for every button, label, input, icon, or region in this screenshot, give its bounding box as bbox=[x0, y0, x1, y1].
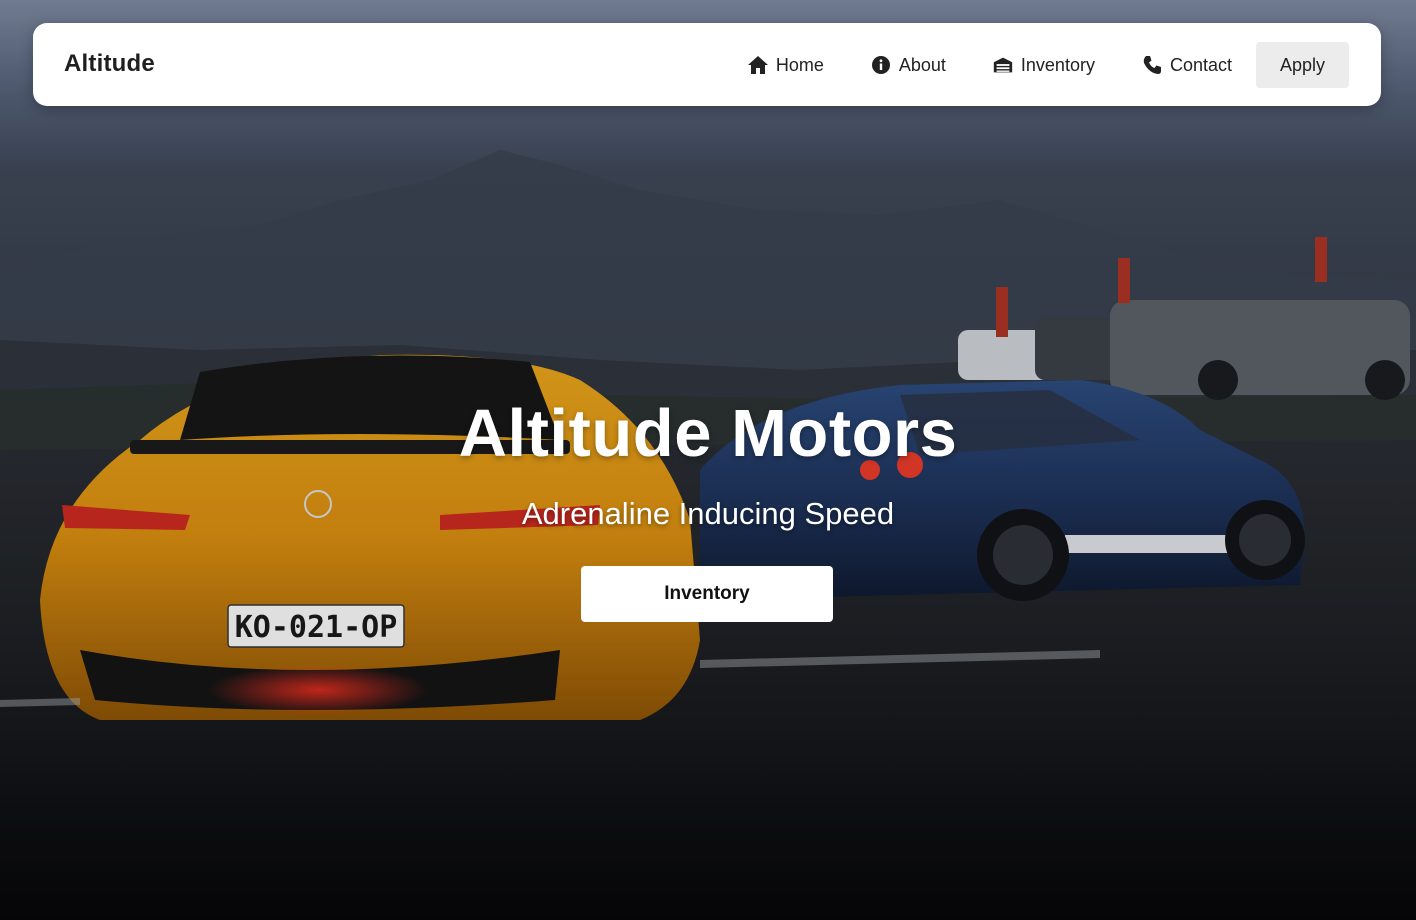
inventory-cta-button[interactable]: Inventory bbox=[581, 566, 833, 622]
nav-item-label: About bbox=[898, 54, 946, 75]
nav-item-label: Home bbox=[775, 54, 824, 75]
nav-item-contact[interactable]: Contact bbox=[1141, 42, 1232, 88]
brand-logo[interactable]: Altitude bbox=[64, 50, 155, 78]
navbar: Altitude Home About Inventory Contact Ap… bbox=[33, 23, 1381, 106]
nav-item-label: Contact bbox=[1169, 54, 1232, 75]
hero-title: Altitude Motors bbox=[458, 396, 958, 471]
nav-item-about[interactable]: About bbox=[870, 42, 946, 88]
hero-section: KO-021-OP Altitude Home About Inventory … bbox=[0, 0, 1416, 920]
nav-item-home[interactable]: Home bbox=[747, 42, 824, 88]
home-icon bbox=[747, 54, 769, 76]
nav-item-label: Inventory bbox=[1020, 54, 1095, 75]
info-icon bbox=[870, 54, 892, 76]
nav-item-inventory[interactable]: Inventory bbox=[992, 42, 1095, 88]
hero-subtitle: Adrenaline Inducing Speed bbox=[521, 496, 895, 531]
nav-links: Home About Inventory Contact Apply bbox=[747, 42, 1349, 88]
apply-button[interactable]: Apply bbox=[1256, 42, 1349, 88]
garage-icon bbox=[992, 54, 1014, 76]
phone-icon bbox=[1141, 54, 1163, 76]
